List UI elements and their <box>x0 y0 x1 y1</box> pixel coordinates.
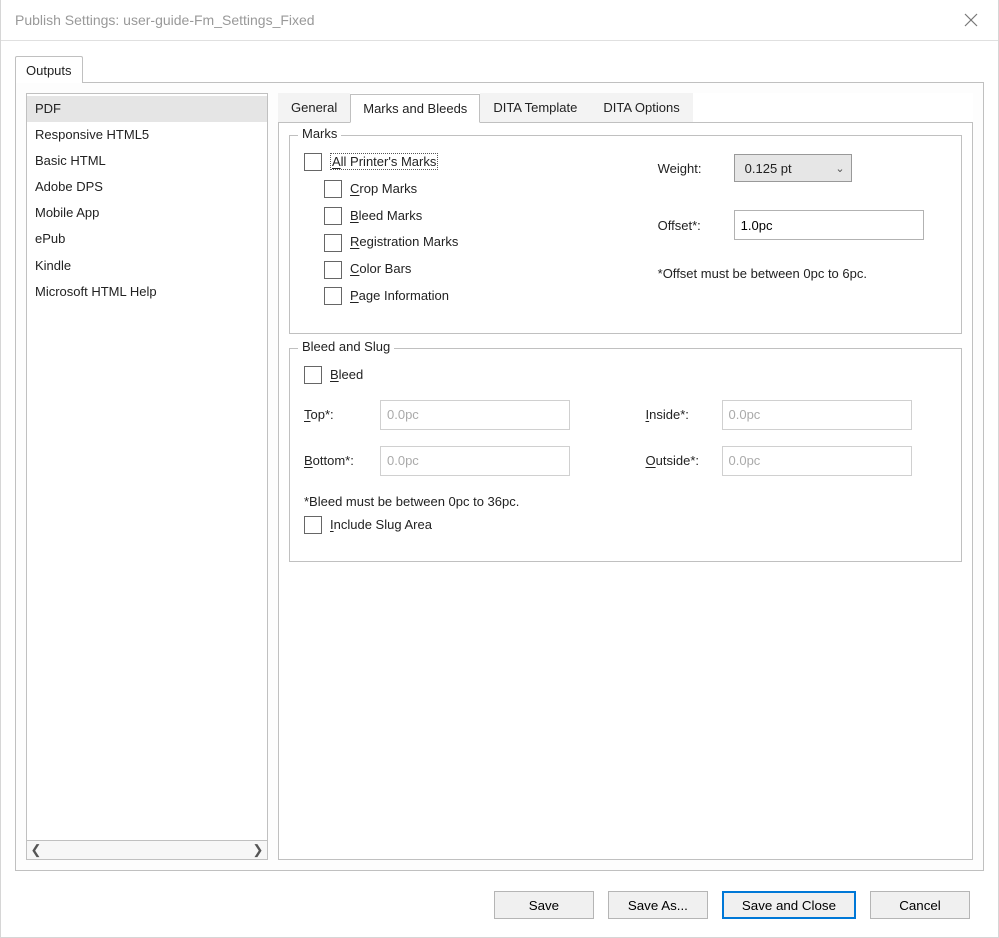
tab-dita-template[interactable]: DITA Template <box>480 93 590 122</box>
list-item[interactable]: Kindle <box>27 253 267 279</box>
list-item-label: ePub <box>35 231 65 246</box>
tab-outputs-label: Outputs <box>26 63 72 78</box>
save-button[interactable]: Save <box>494 891 594 919</box>
page-information-label: Page Information <box>350 286 449 307</box>
settings-tabbar: General Marks and Bleeds DITA Template D… <box>278 93 973 123</box>
offset-note: *Offset must be between 0pc to 6pc. <box>658 266 947 281</box>
chevron-left-icon[interactable]: ❮ <box>27 841 45 859</box>
chevron-down-icon: ⌄ <box>835 162 844 175</box>
outputs-tabbar: Outputs <box>15 55 984 82</box>
color-bars-label: Color Bars <box>350 259 411 280</box>
cancel-button[interactable]: Cancel <box>870 891 970 919</box>
registration-marks-checkbox[interactable] <box>324 234 342 252</box>
button-label: Cancel <box>899 898 941 913</box>
crop-marks-label: Crop Marks <box>350 179 417 200</box>
tab-label: DITA Template <box>493 100 577 115</box>
color-bars-checkbox[interactable] <box>324 261 342 279</box>
all-printers-marks-label: All Printer's Marks <box>330 152 438 173</box>
bottom-input[interactable] <box>380 446 570 476</box>
page-information-checkbox[interactable] <box>324 287 342 305</box>
top-label: Top*: <box>304 407 370 422</box>
bleed-legend: Bleed and Slug <box>298 339 394 354</box>
weight-value: 0.125 pt <box>745 161 792 176</box>
list-item[interactable]: PDF <box>27 96 267 122</box>
outputs-tab-body: PDF Responsive HTML5 Basic HTML Adobe DP… <box>15 82 984 871</box>
titlebar: Publish Settings: user-guide-Fm_Settings… <box>1 0 998 41</box>
include-slug-label: Include Slug Area <box>330 515 432 536</box>
tab-content: Marks All Printer's Marks Crop Marks <box>278 123 973 860</box>
bleed-marks-label: Bleed Marks <box>350 206 422 227</box>
tab-marks-and-bleeds[interactable]: Marks and Bleeds <box>350 94 480 123</box>
outside-input[interactable] <box>722 446 912 476</box>
bleed-checkbox[interactable] <box>304 366 322 384</box>
offset-label: Offset*: <box>658 218 724 233</box>
button-label: Save and Close <box>742 898 836 913</box>
list-item[interactable]: ePub <box>27 226 267 252</box>
publish-settings-dialog: Publish Settings: user-guide-Fm_Settings… <box>0 0 999 938</box>
list-item[interactable]: Basic HTML <box>27 148 267 174</box>
tab-label: General <box>291 100 337 115</box>
outputs-list: PDF Responsive HTML5 Basic HTML Adobe DP… <box>27 94 267 840</box>
horizontal-scrollbar[interactable]: ❮ ❯ <box>27 840 267 859</box>
button-label: Save As... <box>628 898 688 913</box>
inside-input[interactable] <box>722 400 912 430</box>
list-item-label: Microsoft HTML Help <box>35 284 157 299</box>
list-item-label: Adobe DPS <box>35 179 103 194</box>
list-item[interactable]: Responsive HTML5 <box>27 122 267 148</box>
crop-marks-checkbox[interactable] <box>324 180 342 198</box>
all-printers-marks-checkbox[interactable] <box>304 153 322 171</box>
tab-label: Marks and Bleeds <box>363 101 467 116</box>
outside-label: Outside*: <box>646 453 712 468</box>
settings-pane: General Marks and Bleeds DITA Template D… <box>278 93 973 860</box>
bleed-label: Bleed <box>330 365 363 386</box>
dialog-footer: Save Save As... Save and Close Cancel <box>15 871 984 931</box>
list-item-label: Responsive HTML5 <box>35 127 149 142</box>
dialog-body: Outputs PDF Responsive HTML5 Basic HTML … <box>1 41 998 937</box>
list-item[interactable]: Adobe DPS <box>27 174 267 200</box>
save-and-close-button[interactable]: Save and Close <box>722 891 856 919</box>
list-item-label: PDF <box>35 101 61 116</box>
offset-input[interactable] <box>734 210 924 240</box>
close-icon[interactable] <box>958 9 984 31</box>
list-item-label: Kindle <box>35 258 71 273</box>
list-item[interactable]: Microsoft HTML Help <box>27 279 267 305</box>
list-item-label: Basic HTML <box>35 153 106 168</box>
include-slug-checkbox[interactable] <box>304 516 322 534</box>
list-item-label: Mobile App <box>35 205 99 220</box>
marks-group: Marks All Printer's Marks Crop Marks <box>289 135 962 334</box>
bleed-marks-checkbox[interactable] <box>324 207 342 225</box>
tab-dita-options[interactable]: DITA Options <box>590 93 692 122</box>
bleed-group: Bleed and Slug Bleed Top*: Inside*: <box>289 348 962 563</box>
outputs-listbox[interactable]: PDF Responsive HTML5 Basic HTML Adobe DP… <box>26 93 268 860</box>
save-as-button[interactable]: Save As... <box>608 891 708 919</box>
tab-label: DITA Options <box>603 100 679 115</box>
weight-dropdown[interactable]: 0.125 pt ⌄ <box>734 154 852 182</box>
chevron-right-icon[interactable]: ❯ <box>249 841 267 859</box>
inside-label: Inside*: <box>646 407 712 422</box>
button-label: Save <box>529 898 559 913</box>
window-title: Publish Settings: user-guide-Fm_Settings… <box>15 12 315 28</box>
bleed-note: *Bleed must be between 0pc to 36pc. <box>304 494 947 509</box>
registration-marks-label: Registration Marks <box>350 232 458 253</box>
tab-outputs[interactable]: Outputs <box>15 56 83 83</box>
top-input[interactable] <box>380 400 570 430</box>
weight-label: Weight: <box>658 161 724 176</box>
marks-legend: Marks <box>298 126 341 141</box>
list-item[interactable]: Mobile App <box>27 200 267 226</box>
bottom-label: Bottom*: <box>304 453 370 468</box>
tab-general[interactable]: General <box>278 93 350 122</box>
